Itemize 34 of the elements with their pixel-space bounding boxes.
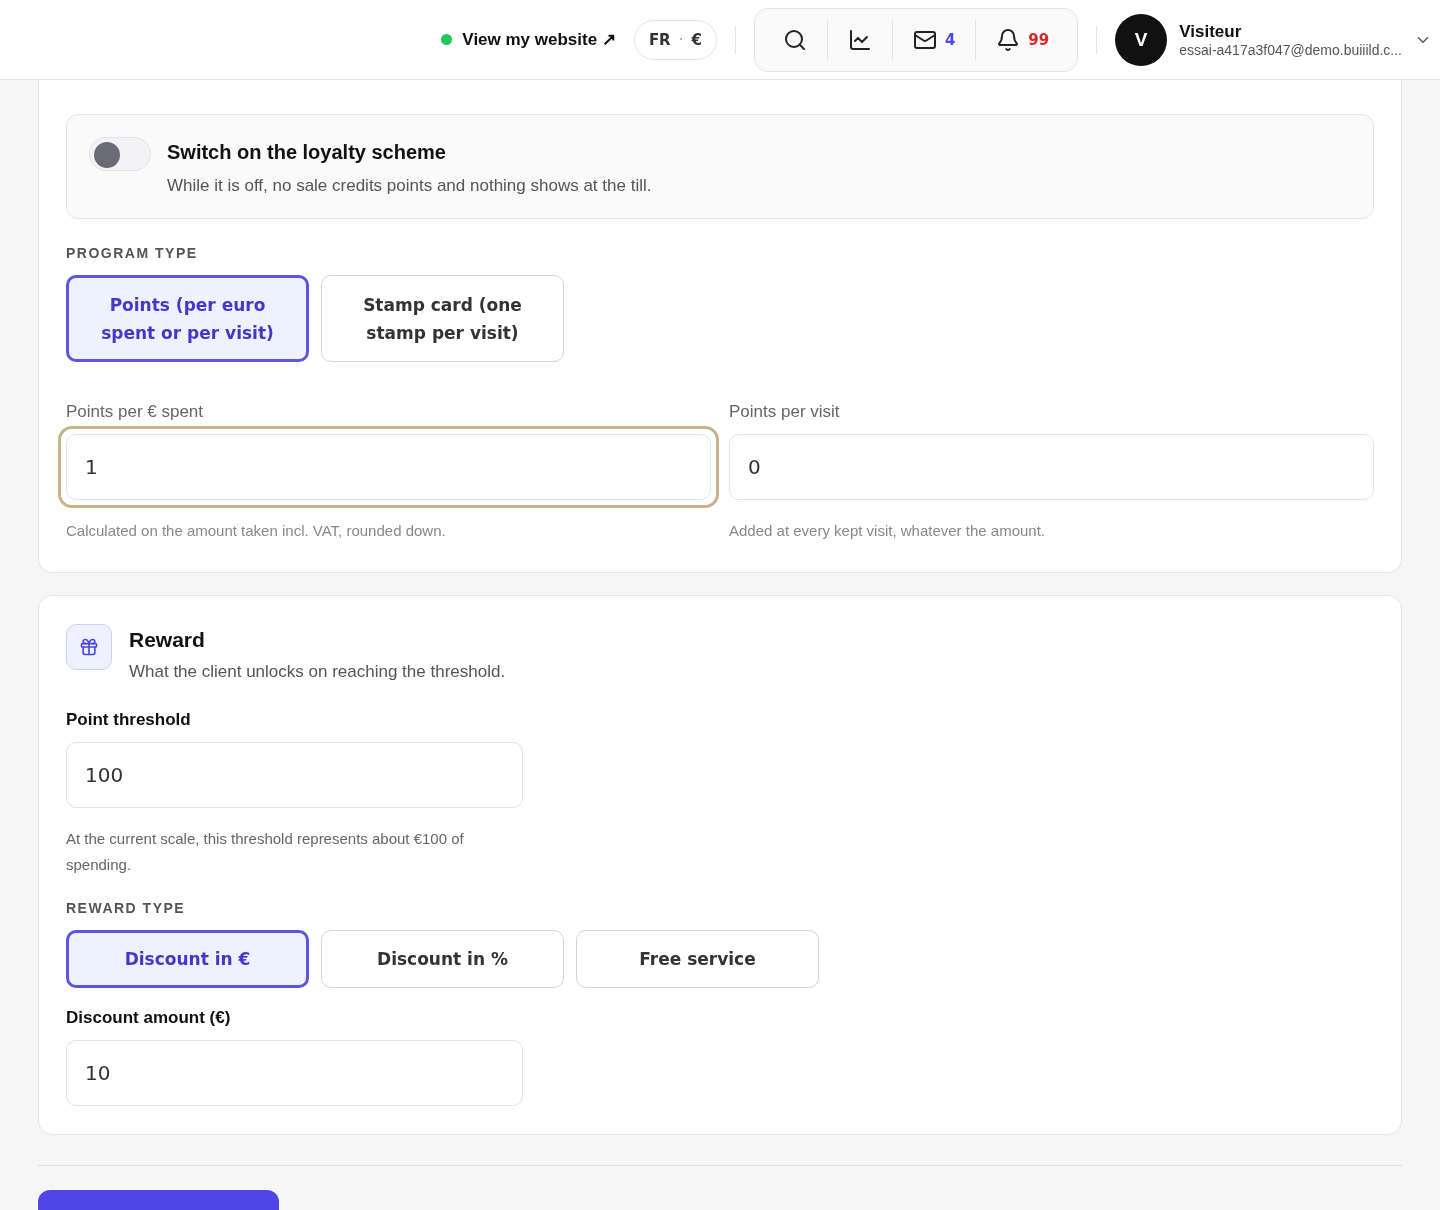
field-label: Points per visit (729, 402, 841, 422)
input-field[interactable]: 1 (66, 434, 711, 500)
field-label: Discount amount (€) (66, 1008, 232, 1028)
program-type-option[interactable]: Stamp card (one stamp per visit) (321, 275, 564, 362)
user-name: Visiteur (1179, 21, 1243, 42)
field-hint: At the current scale, this threshold represents about €100 of spending. (66, 829, 465, 875)
program-type-option[interactable]: Points (per euro spent or per visit) (66, 275, 309, 362)
field-label: Point threshold (66, 710, 192, 730)
user-email: essai-a417a3f047@demo.buiiild.c... (1179, 41, 1402, 58)
toggle-title: Switch on the loyalty scheme (167, 141, 447, 164)
input-field[interactable]: 0 (729, 434, 1374, 500)
section-label: PROGRAM TYPE (66, 245, 199, 261)
reward-type-option[interactable]: Discount in % (321, 930, 564, 988)
input-field[interactable]: 10 (66, 1040, 523, 1106)
toggle-switch[interactable] (89, 137, 151, 171)
input-field[interactable]: 100 (66, 742, 523, 808)
line-chart-icon (847, 27, 872, 52)
search-icon (782, 27, 807, 52)
bell-icon (996, 27, 1021, 52)
locale-button[interactable]: FR · € (633, 19, 717, 60)
reward-type-option[interactable]: Discount in € (66, 930, 309, 988)
toggle-description: While it is off, no sale credits points and nothing shows at the till. (167, 176, 652, 196)
view-website-link[interactable]: View my website ↗ (441, 29, 616, 50)
mail-button[interactable]: 4 (891, 19, 976, 60)
section-label: REWARD TYPE (66, 900, 187, 916)
reward-type-option[interactable]: Free service (576, 930, 819, 988)
bell-button[interactable]: 99 (975, 19, 1070, 60)
card-title: Reward (129, 628, 206, 652)
field-hint: Added at every kept visit, whatever the amount. (729, 521, 1046, 541)
card-subtitle: What the client unlocks on reaching the threshold. (129, 662, 506, 682)
avatar[interactable]: V (1115, 13, 1168, 66)
gift-icon (66, 624, 112, 670)
field-label: Points per € spent (66, 402, 205, 422)
field-hint: Calculated on the amount taken incl. VAT, rounded down. (66, 521, 447, 541)
